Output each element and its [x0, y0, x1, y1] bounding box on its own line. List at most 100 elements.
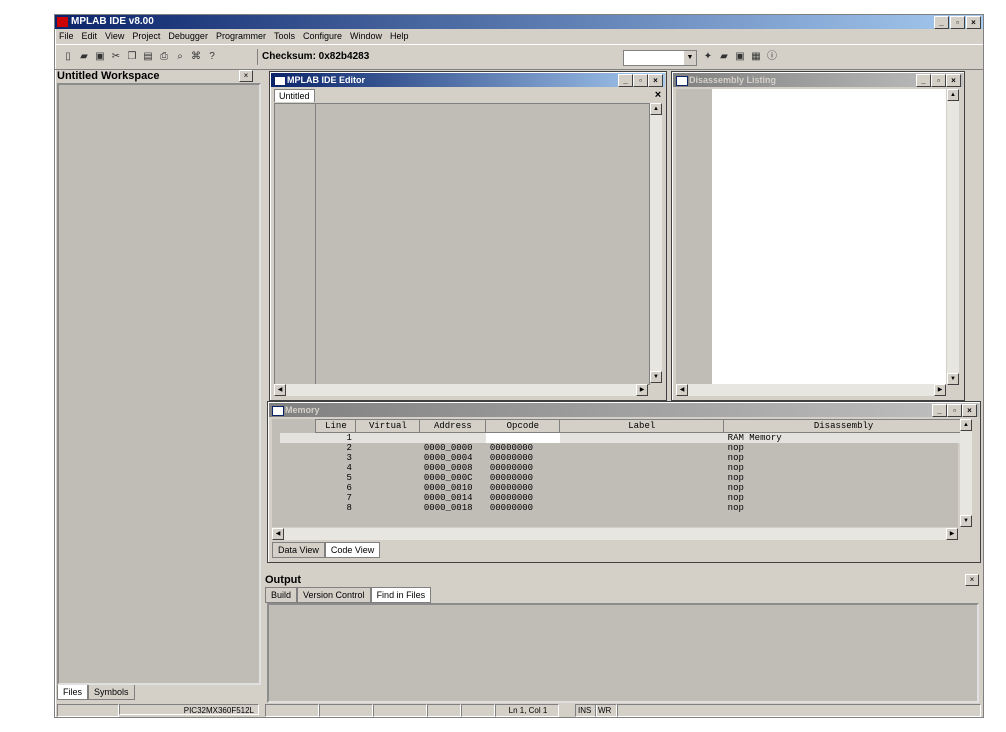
minimize-button[interactable]: _ — [934, 16, 949, 29]
tab-version-control[interactable]: Version Control — [297, 587, 371, 603]
save-icon[interactable]: ▣ — [93, 50, 107, 64]
open-folder-icon[interactable]: ▰ — [77, 50, 91, 64]
workspace-tree[interactable] — [57, 83, 261, 685]
menu-help[interactable]: Help — [390, 29, 409, 43]
table-row[interactable]: 8 0000_0018 00000000 nop — [280, 503, 964, 513]
disasm-vertical-scrollbar[interactable]: ▲ ▼ — [947, 89, 959, 385]
editor-maximize-button[interactable]: ▫ — [633, 74, 648, 87]
save-project-icon[interactable]: ▣ — [733, 50, 747, 64]
editor-close-button[interactable]: × — [648, 74, 663, 87]
table-row[interactable]: 1 RAM Memory — [280, 432, 964, 443]
editor-horizontal-scrollbar[interactable]: ◀ ▶ — [274, 384, 648, 396]
column-header[interactable]: Virtual — [355, 419, 421, 433]
scroll-left-icon[interactable]: ◀ — [272, 528, 284, 540]
memory-close-button[interactable]: × — [962, 404, 977, 417]
virtual-cell — [356, 453, 420, 463]
disasm-minimize-button[interactable]: _ — [916, 74, 931, 87]
find-icon[interactable]: ⌕ — [173, 50, 187, 64]
scroll-down-icon[interactable]: ▼ — [960, 515, 972, 527]
editor-minimize-button[interactable]: _ — [618, 74, 633, 87]
maximize-button[interactable]: ▫ — [950, 16, 965, 29]
column-header[interactable]: Line — [315, 419, 357, 433]
disasm-horizontal-scrollbar[interactable]: ◀ ▶ — [676, 384, 946, 396]
copy-icon[interactable]: ❐ — [125, 50, 139, 64]
workspace-close-button[interactable]: × — [239, 70, 253, 82]
menu-configure[interactable]: Configure — [303, 29, 342, 43]
close-tab-icon[interactable]: × — [652, 89, 664, 101]
tab-files[interactable]: Files — [57, 685, 89, 700]
opcode-cell[interactable]: 00000000 — [486, 443, 560, 453]
scroll-left-icon[interactable]: ◀ — [676, 384, 688, 396]
opcode-cell[interactable]: 00000000 — [486, 493, 560, 503]
menu-window[interactable]: Window — [350, 29, 382, 43]
tab-untitled[interactable]: Untitled — [274, 89, 315, 102]
table-row[interactable]: 5 0000_000C 00000000 nop — [280, 473, 964, 483]
column-header[interactable]: Address — [419, 419, 487, 433]
opcode-cell[interactable]: 00000000 — [486, 453, 560, 463]
tab-code-view[interactable]: Code View — [324, 542, 381, 558]
output-close-button[interactable]: × — [965, 574, 979, 586]
opcode-cell[interactable]: 00000000 — [486, 483, 560, 493]
menu-debugger[interactable]: Debugger — [168, 29, 208, 43]
open-project-icon[interactable]: ▰ — [717, 50, 731, 64]
tab-find-in-files[interactable]: Find in Files — [370, 587, 432, 603]
editor-text-area[interactable] — [274, 103, 650, 385]
table-row[interactable]: 2 0000_0000 00000000 nop — [280, 443, 964, 453]
scroll-up-icon[interactable]: ▲ — [650, 103, 662, 115]
info-icon[interactable]: ⓘ — [765, 50, 779, 64]
menu-edit[interactable]: Edit — [82, 29, 98, 43]
scroll-right-icon[interactable]: ▶ — [946, 528, 958, 540]
find-in-files-icon[interactable]: ⌘ — [189, 50, 203, 64]
menu-file[interactable]: File — [59, 29, 74, 43]
table-row[interactable]: 6 0000_0010 00000000 nop — [280, 483, 964, 493]
memory-maximize-button[interactable]: ▫ — [947, 404, 962, 417]
chevron-down-icon[interactable]: ▼ — [684, 51, 696, 65]
opcode-cell[interactable] — [485, 432, 560, 443]
help-icon[interactable]: ? — [205, 50, 219, 64]
paste-icon[interactable]: ▤ — [141, 50, 155, 64]
disasm-close-button[interactable]: × — [946, 74, 961, 87]
scroll-right-icon[interactable]: ▶ — [934, 384, 946, 396]
status-pane — [57, 704, 119, 717]
cut-icon[interactable]: ✂ — [109, 50, 123, 64]
disassembly-area[interactable] — [712, 89, 946, 385]
label-cell — [560, 483, 724, 493]
menu-tools[interactable]: Tools — [274, 29, 295, 43]
tab-build[interactable]: Build — [265, 587, 298, 603]
table-row[interactable]: 3 0000_0004 00000000 nop — [280, 453, 964, 463]
output-text-area[interactable] — [267, 603, 979, 703]
scroll-up-icon[interactable]: ▲ — [960, 419, 972, 431]
table-row[interactable]: 7 0000_0014 00000000 nop — [280, 493, 964, 503]
label-cell — [560, 443, 724, 453]
memory-horizontal-scrollbar[interactable]: ◀ ▶ — [272, 528, 958, 540]
scroll-down-icon[interactable]: ▼ — [650, 371, 662, 383]
build-icon[interactable]: ▦ — [749, 50, 763, 64]
tab-data-view[interactable]: Data View — [272, 542, 325, 558]
opcode-cell[interactable]: 00000000 — [486, 463, 560, 473]
opcode-cell[interactable]: 00000000 — [486, 473, 560, 483]
new-project-icon[interactable]: ✦ — [701, 50, 715, 64]
scroll-left-icon[interactable]: ◀ — [274, 384, 286, 396]
editor-vertical-scrollbar[interactable]: ▲ ▼ — [650, 103, 662, 383]
memory-minimize-button[interactable]: _ — [932, 404, 947, 417]
tab-symbols[interactable]: Symbols — [88, 685, 135, 700]
menu-project[interactable]: Project — [132, 29, 160, 43]
column-header[interactable]: Disassembly — [723, 419, 964, 433]
configuration-combo[interactable]: ▼ — [623, 50, 697, 66]
opcode-cell[interactable]: 00000000 — [486, 503, 560, 513]
new-file-icon[interactable]: ▯ — [61, 50, 75, 64]
print-icon[interactable]: ⎙ — [157, 50, 171, 64]
column-header[interactable]: Label — [559, 419, 725, 433]
close-button[interactable]: × — [966, 16, 981, 29]
virtual-cell — [356, 463, 420, 473]
column-header[interactable]: Opcode — [485, 419, 561, 433]
table-row[interactable]: 4 0000_0008 00000000 nop — [280, 463, 964, 473]
menu-programmer[interactable]: Programmer — [216, 29, 266, 43]
scroll-up-icon[interactable]: ▲ — [947, 89, 959, 101]
disasm-maximize-button[interactable]: ▫ — [931, 74, 946, 87]
scroll-down-icon[interactable]: ▼ — [947, 373, 959, 385]
address-cell: 0000_0004 — [423, 453, 473, 463]
memory-vertical-scrollbar[interactable]: ▲ ▼ — [960, 419, 972, 527]
menu-view[interactable]: View — [105, 29, 124, 43]
scroll-right-icon[interactable]: ▶ — [636, 384, 648, 396]
